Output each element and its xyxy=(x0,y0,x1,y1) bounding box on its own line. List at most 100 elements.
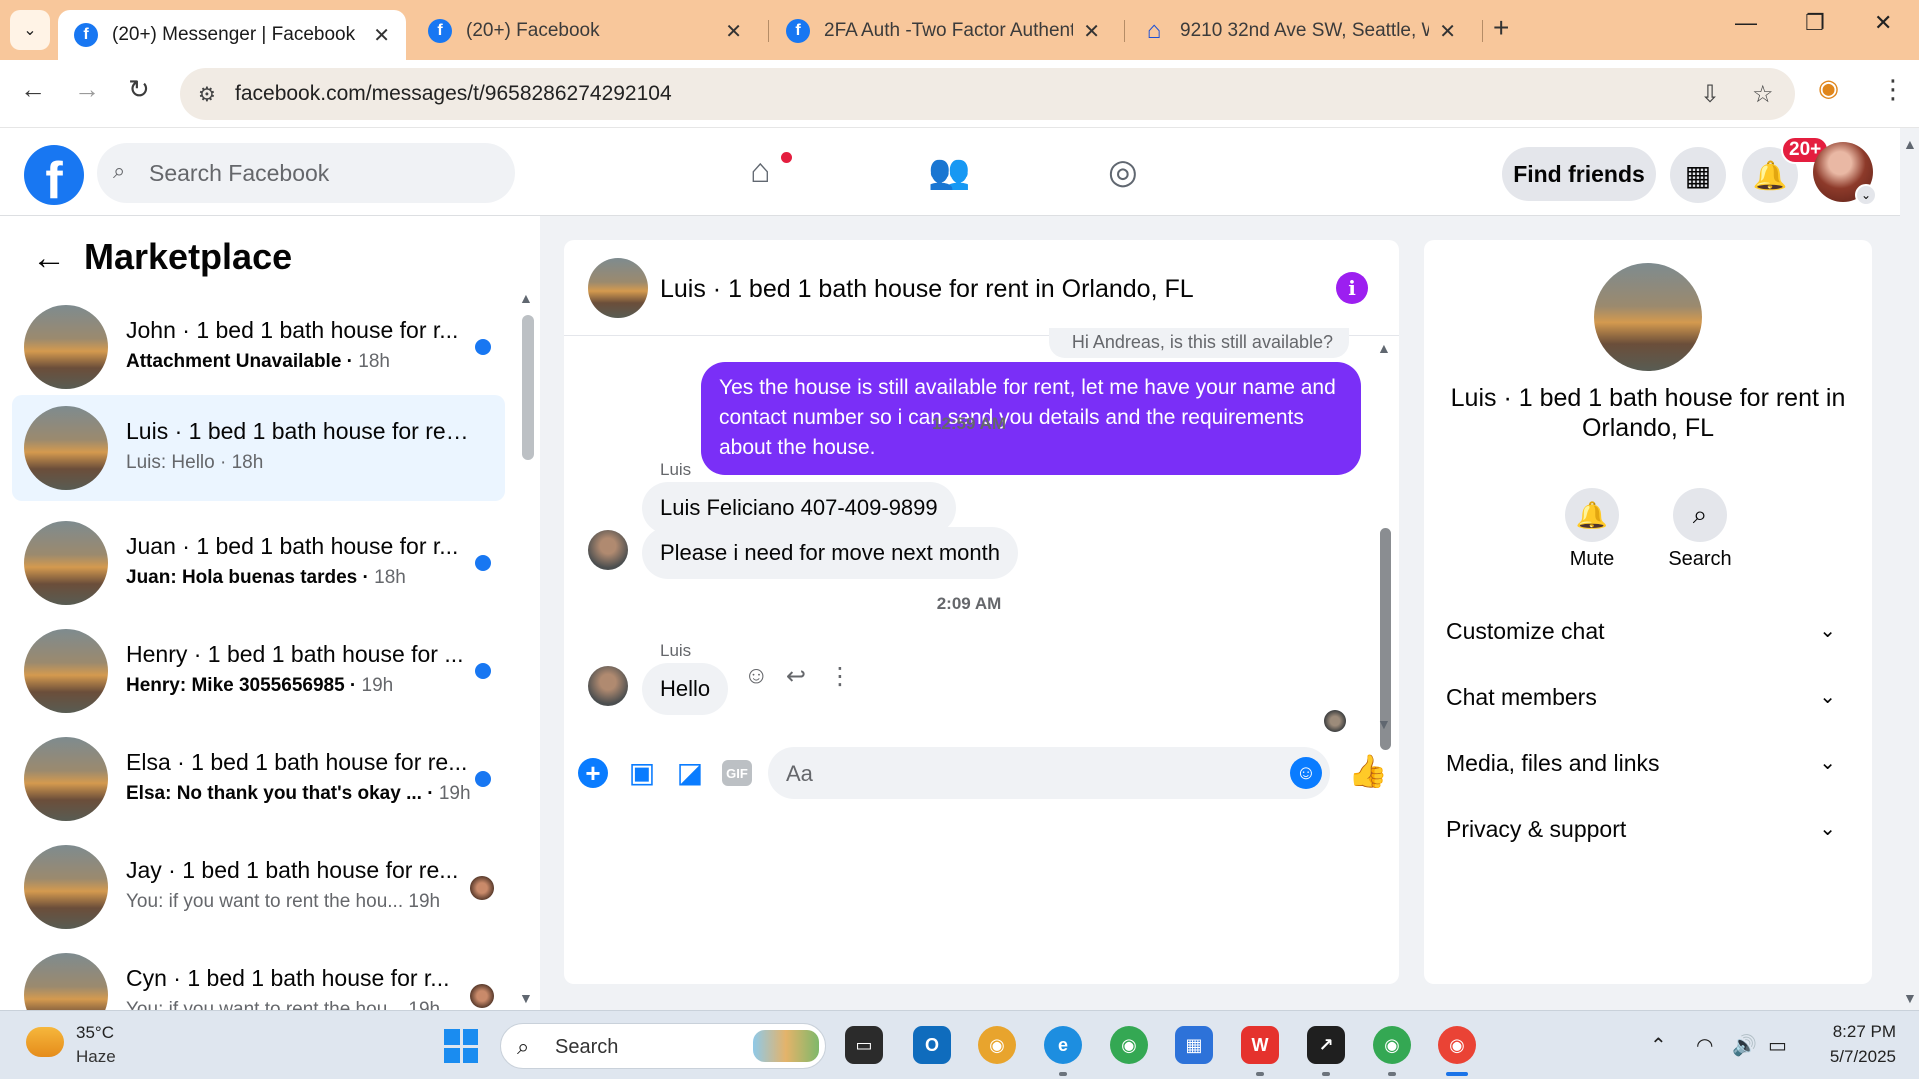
like-thumbs-up-icon[interactable]: 👍 xyxy=(1348,752,1388,790)
chrome-canary-icon[interactable]: ◉ xyxy=(978,1026,1016,1064)
reply-arrow-icon[interactable]: ↩ xyxy=(786,662,806,691)
address-bar[interactable]: ⚙ facebook.com/messages/t/96582862742921… xyxy=(180,68,1795,120)
media-files-links-section[interactable]: Media, files and links ⌄ xyxy=(1446,750,1846,790)
conversation-item-juan[interactable]: Juan · 1 bed 1 bath house for r... Juan:… xyxy=(12,510,505,616)
chat-title[interactable]: Luis · 1 bed 1 bath house for rent in Or… xyxy=(660,275,1194,304)
home-icon[interactable]: ⌂ xyxy=(750,152,771,191)
find-friends-button[interactable]: Find friends xyxy=(1502,147,1656,201)
list-scroll-down-arrow[interactable]: ▼ xyxy=(519,990,533,1006)
sender-avatar[interactable] xyxy=(588,666,628,706)
gif-icon[interactable]: GIF xyxy=(722,760,752,786)
close-icon[interactable]: ✕ xyxy=(1439,19,1456,44)
back-arrow-icon[interactable]: ← xyxy=(32,239,66,278)
tab-divider xyxy=(1124,20,1125,42)
chat-scroll-up-arrow[interactable]: ▲ xyxy=(1377,340,1391,356)
wifi-icon[interactable]: ◠ xyxy=(1696,1033,1713,1058)
facebook-search-input[interactable]: ⌕ Search Facebook xyxy=(97,143,515,203)
preview-text: Juan: Hola buenas tardes xyxy=(126,567,358,588)
weather-description[interactable]: Haze xyxy=(76,1047,116,1067)
edge-icon[interactable]: e xyxy=(1044,1026,1082,1064)
profile-circle-icon[interactable]: ◎ xyxy=(1108,152,1138,192)
message-input[interactable]: Aa ☺ xyxy=(768,747,1330,799)
chat-scroll-down-arrow[interactable]: ▼ xyxy=(1377,716,1391,732)
search-icon[interactable]: ⌕ xyxy=(1673,488,1727,542)
taskbar-search-input[interactable]: ⌕ Search xyxy=(500,1023,826,1069)
battery-icon[interactable]: ▭ xyxy=(1768,1033,1787,1058)
url-text[interactable]: facebook.com/messages/t/9658286274292104 xyxy=(235,82,672,106)
reload-icon[interactable]: ↻ xyxy=(128,74,150,105)
seen-receipt-avatar xyxy=(1324,710,1346,732)
close-window-button[interactable]: ✕ xyxy=(1874,10,1892,36)
weather-temperature[interactable]: 35°C xyxy=(76,1023,114,1043)
restore-button[interactable]: ❐ xyxy=(1805,10,1825,36)
incoming-message[interactable]: Hello xyxy=(642,663,729,715)
chat-members-section[interactable]: Chat members ⌄ xyxy=(1446,684,1846,724)
menu-grid-icon[interactable]: ▦ xyxy=(1670,147,1726,203)
clock-date[interactable]: 5/7/2025 xyxy=(1800,1047,1896,1067)
browser-tab-facebook[interactable]: f (20+) Facebook ✕ xyxy=(412,10,758,52)
profile-icon[interactable]: ◉ xyxy=(1818,74,1839,103)
conversation-item-elsa[interactable]: Elsa · 1 bed 1 bath house for re... Elsa… xyxy=(12,726,505,832)
browser-menu-icon[interactable]: ⋮ xyxy=(1880,74,1906,105)
back-arrow-icon[interactable]: ← xyxy=(20,74,46,105)
more-options-icon[interactable]: ⋮ xyxy=(828,662,852,691)
volume-icon[interactable]: 🔊 xyxy=(1732,1033,1757,1058)
windows-start-icon[interactable] xyxy=(444,1029,478,1063)
browser-tab-2fa[interactable]: f 2FA Auth -Two Factor Authentic ✕ xyxy=(770,10,1116,52)
react-emoji-icon[interactable]: ☺ xyxy=(744,662,769,690)
conversation-item-luis[interactable]: Luis · 1 bed 1 bath house for rent... Lu… xyxy=(12,395,505,501)
new-tab-button[interactable]: + xyxy=(1493,12,1509,44)
conversation-item-jay[interactable]: Jay · 1 bed 1 bath house for re... You: … xyxy=(12,834,505,940)
sticker-icon[interactable]: ◪ xyxy=(674,756,706,788)
mute-bell-icon[interactable]: 🔔 xyxy=(1565,488,1619,542)
friends-icon[interactable]: 👥 xyxy=(928,152,970,192)
close-icon[interactable]: ✕ xyxy=(1083,19,1100,44)
plus-icon[interactable]: + xyxy=(578,758,608,788)
task-view-icon[interactable]: ▭ xyxy=(845,1026,883,1064)
conversation-item-henry[interactable]: Henry · 1 bed 1 bath house for ... Henry… xyxy=(12,618,505,724)
outlook-icon[interactable]: O xyxy=(913,1026,951,1064)
close-icon[interactable]: ✕ xyxy=(725,19,742,44)
wps-office-icon[interactable]: W xyxy=(1241,1026,1279,1064)
install-app-icon[interactable]: ⇩ xyxy=(1700,80,1720,109)
image-upload-icon[interactable]: ▣ xyxy=(626,756,658,788)
tab-search-menu-button[interactable]: ⌄ xyxy=(10,10,50,50)
chevron-down-icon[interactable]: ⌄ xyxy=(1855,184,1877,206)
browser-tab-zillow[interactable]: ⌂ 9210 32nd Ave SW, Seattle, WA ✕ xyxy=(1126,10,1472,52)
clock-time[interactable]: 8:27 PM xyxy=(1826,1022,1896,1042)
list-scroll-up-arrow[interactable]: ▲ xyxy=(519,290,533,306)
close-icon[interactable]: ✕ xyxy=(373,23,390,48)
browser-tab-strip: ⌄ f (20+) Messenger | Facebook ✕ f (20+)… xyxy=(0,0,1919,60)
conversation-name: Jay · 1 bed 1 bath house for re... xyxy=(126,857,459,883)
conversation-name: John · 1 bed 1 bath house for r... xyxy=(126,317,459,343)
browser-tab-messenger[interactable]: f (20+) Messenger | Facebook ✕ xyxy=(58,10,406,60)
conversation-item-john[interactable]: John · 1 bed 1 bath house for r... Attac… xyxy=(12,294,505,400)
chevron-up-icon[interactable]: ⌃ xyxy=(1650,1033,1667,1058)
list-scrollbar-thumb[interactable] xyxy=(522,315,534,460)
sender-name: Luis xyxy=(660,641,692,660)
chrome-icon[interactable]: ◉ xyxy=(1110,1026,1148,1064)
chat-avatar[interactable] xyxy=(588,258,648,318)
customize-chat-section[interactable]: Customize chat ⌄ xyxy=(1446,618,1846,658)
site-settings-icon[interactable]: ⚙ xyxy=(198,82,216,107)
search-icon: ⌕ xyxy=(517,1034,530,1059)
privacy-support-section[interactable]: Privacy & support ⌄ xyxy=(1446,816,1846,856)
facebook-logo[interactable]: f xyxy=(24,145,84,205)
bookmark-star-icon[interactable]: ☆ xyxy=(1752,80,1774,109)
chrome-profile-icon[interactable]: ◉ xyxy=(1373,1026,1411,1064)
conversation-item-cyn[interactable]: Cyn · 1 bed 1 bath house for r... You: i… xyxy=(12,942,505,1010)
weather-sun-icon[interactable] xyxy=(26,1027,64,1057)
emoji-icon[interactable]: ☺ xyxy=(1290,757,1322,789)
unread-dot xyxy=(475,663,491,679)
tab-title: (20+) Messenger | Facebook xyxy=(112,24,356,45)
page-scroll-up-arrow[interactable]: ▲ xyxy=(1903,136,1917,152)
chrome-profile-active-icon[interactable]: ◉ xyxy=(1438,1026,1476,1064)
incoming-message[interactable]: Please i need for move next month xyxy=(642,527,1018,579)
info-icon[interactable]: i xyxy=(1336,272,1368,304)
sender-avatar[interactable] xyxy=(588,530,628,570)
app-icon[interactable]: ↗ xyxy=(1307,1026,1345,1064)
minimize-button[interactable]: — xyxy=(1735,10,1757,36)
forward-arrow-icon[interactable]: → xyxy=(74,74,100,105)
page-scroll-down-arrow[interactable]: ▼ xyxy=(1903,990,1917,1006)
microsoft-store-icon[interactable]: ▦ xyxy=(1175,1026,1213,1064)
